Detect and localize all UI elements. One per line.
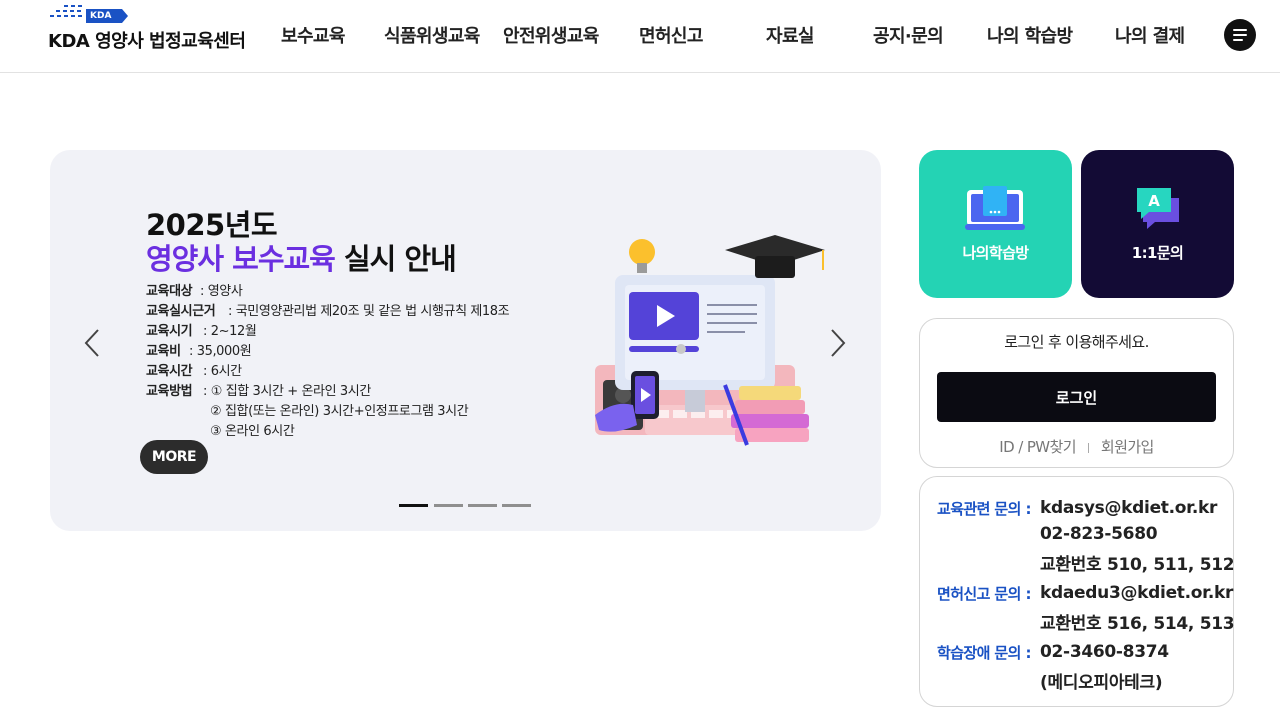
nav-item-notice-inquiry[interactable]: 공지·문의 — [873, 22, 944, 48]
chevron-left-icon[interactable] — [80, 326, 104, 360]
info-value: : 영양사 — [200, 284, 243, 299]
info-value: : ① 집합 3시간 + 온라인 3시간 — [203, 384, 371, 399]
contact-phone-education: 02-823-5680 — [1040, 524, 1158, 544]
contact-label-support: 학습장애 문의 : — [937, 644, 1031, 662]
contact-company-support: (메디오피아테크) — [1040, 673, 1163, 693]
pagination-dot[interactable] — [434, 504, 463, 507]
nav-item-refresher-edu[interactable]: 보수교육 — [281, 22, 345, 48]
nav-item-my-study[interactable]: 나의 학습방 — [987, 22, 1073, 48]
site-logo[interactable]: KDA KDA 영양사 법정교육센터 — [48, 4, 248, 64]
nav-item-license-report[interactable]: 면허신고 — [639, 22, 703, 48]
find-id-pw-link[interactable]: ID / PW찾기 — [999, 438, 1076, 456]
banner-main-title: 영양사 보수교육 실시 안내 — [146, 236, 457, 278]
more-button[interactable]: MORE — [140, 440, 208, 474]
contact-phone-support: 02-3460-8374 — [1040, 642, 1169, 662]
hamburger-menu-icon[interactable] — [1224, 19, 1256, 51]
online-education-illustration — [595, 235, 825, 446]
info-label: 교육시간 — [146, 364, 193, 379]
tile-my-study[interactable]: 나의학습방 — [919, 150, 1072, 298]
info-value: : 2~12월 — [203, 324, 257, 339]
info-value: : 35,000원 — [189, 344, 252, 359]
main-banner-slider: 2025년도 영양사 보수교육 실시 안내 교육대상 : 영양사 교육실시근거 … — [50, 150, 881, 531]
link-divider — [1087, 442, 1089, 453]
info-value: : 6시간 — [203, 364, 242, 379]
contact-panel: 교육관련 문의 : kdasys@kdiet.or.kr 02-823-5680… — [919, 476, 1235, 707]
pagination-dot-active[interactable] — [399, 504, 428, 507]
contact-ext-license: 교환번호 516, 514, 513 — [1040, 614, 1235, 634]
nav-item-resources[interactable]: 자료실 — [766, 22, 814, 48]
banner-title-highlight: 영양사 보수교육 — [146, 242, 336, 276]
nav-item-food-hygiene[interactable]: 식품위생교육 — [384, 22, 480, 48]
banner-title-rest: 실시 안내 — [334, 242, 457, 276]
pagination-dot[interactable] — [502, 504, 531, 507]
contact-ext-education: 교환번호 510, 511, 512 — [1040, 555, 1235, 575]
login-links: ID / PW찾기 회원가입 — [920, 436, 1233, 457]
login-message: 로그인 후 이용해주세요. — [1004, 333, 1149, 351]
info-label: 교육시기 — [146, 324, 193, 339]
nav-item-safety-hygiene[interactable]: 안전위생교육 — [503, 22, 599, 48]
contact-email-education[interactable]: kdasys@kdiet.or.kr — [1040, 498, 1217, 518]
tile-inquiry[interactable]: A 1:1문의 — [1081, 150, 1234, 298]
login-button[interactable]: 로그인 — [937, 372, 1216, 422]
contact-label-education: 교육관련 문의 : — [937, 500, 1031, 518]
svg-text:A: A — [1148, 192, 1160, 210]
tile-my-study-label: 나의학습방 — [962, 244, 1029, 262]
info-value: ② 집합(또는 온라인) 3시간+인정프로그램 3시간 — [210, 404, 469, 419]
logo-badge-text: KDA — [90, 11, 112, 21]
pagination-dot[interactable] — [468, 504, 497, 507]
contact-label-license: 면허신고 문의 : — [937, 585, 1031, 603]
contact-email-license[interactable]: kdaedu3@kdiet.or.kr — [1040, 583, 1233, 603]
info-value: ③ 온라인 6시간 — [210, 424, 295, 439]
site-header: KDA KDA 영양사 법정교육센터 보수교육 식품위생교육 안전위생교육 면허… — [0, 0, 1280, 73]
chat-bubble-icon: A — [1137, 188, 1179, 229]
signup-link[interactable]: 회원가입 — [1101, 438, 1154, 456]
info-label: 교육실시근거 — [146, 304, 216, 319]
tile-inquiry-label: 1:1문의 — [1131, 244, 1184, 262]
info-value: : 국민영양관리법 제20조 및 같은 법 시행규칙 제18조 — [228, 304, 510, 319]
laptop-book-icon — [965, 186, 1025, 230]
info-label: 교육대상 — [146, 284, 193, 299]
info-label: 교육방법 — [146, 384, 193, 399]
nav-item-my-payment[interactable]: 나의 결제 — [1115, 22, 1185, 48]
login-panel: 로그인 후 이용해주세요. 로그인 ID / PW찾기 회원가입 — [919, 318, 1234, 468]
logo-title: KDA 영양사 법정교육센터 — [48, 31, 246, 52]
info-label: 교육비 — [146, 344, 181, 359]
